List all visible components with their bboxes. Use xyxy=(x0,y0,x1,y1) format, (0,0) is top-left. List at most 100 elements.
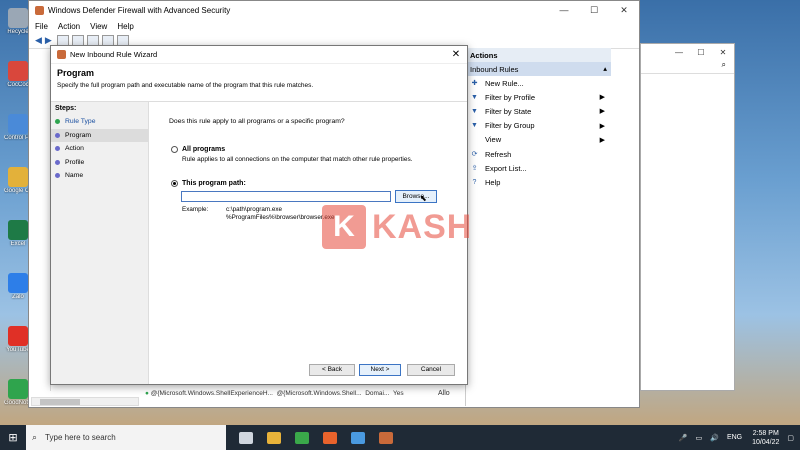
task-view-icon[interactable] xyxy=(232,425,260,450)
maximize-icon[interactable]: ☐ xyxy=(690,48,712,57)
submenu-arrow-icon: ▶ xyxy=(599,122,605,130)
navigation-tree[interactable] xyxy=(31,51,51,391)
action-item[interactable]: View ▶ xyxy=(466,133,611,147)
close-button[interactable]: ✕ xyxy=(609,5,639,16)
back-button[interactable]: < Back xyxy=(309,364,355,376)
action-item-label: Filter by Group xyxy=(485,121,535,131)
wizard-step: Profile xyxy=(51,156,148,170)
minimize-icon[interactable]: — xyxy=(668,48,690,57)
table-row[interactable]: ● @{Microsoft.Windows.ShellExperienceH..… xyxy=(145,390,404,397)
action-item[interactable]: ⇪ Export List... xyxy=(466,161,611,175)
wizard-heading: Program xyxy=(57,68,95,78)
export-icon: ⇪ xyxy=(471,164,478,172)
search-icon[interactable]: ⌕ xyxy=(641,60,734,74)
menu-view[interactable]: View xyxy=(90,22,107,31)
camtasia-icon[interactable] xyxy=(288,425,316,450)
all-programs-label[interactable]: All programs xyxy=(182,146,225,153)
rule-profile: Domai... xyxy=(365,390,390,397)
microphone-icon[interactable]: 🎤 xyxy=(679,434,688,442)
watermark-text: KASH xyxy=(372,207,473,246)
new-rule-icon: ✚ xyxy=(471,79,478,87)
action-item-label: View xyxy=(485,135,502,145)
actions-header: Actions xyxy=(466,48,611,62)
filter-icon: ▼ xyxy=(471,122,478,130)
firewall-app-icon[interactable] xyxy=(372,425,400,450)
wizard-step-label: Rule Type xyxy=(65,118,96,126)
app-icon xyxy=(8,167,28,187)
monitor-app-icon[interactable] xyxy=(344,425,372,450)
search-placeholder: Type here to search xyxy=(45,433,116,442)
example-line-1: c:\path\program.exe xyxy=(226,206,283,213)
next-button[interactable]: Next > xyxy=(359,364,401,376)
action-item[interactable]: ⟳ Refresh xyxy=(466,147,611,161)
wizard-step-label: Profile xyxy=(65,158,85,166)
blank-icon xyxy=(470,135,479,144)
back-arrow-icon[interactable]: ◀ xyxy=(35,35,42,46)
wizard-step-label: Program xyxy=(65,131,92,139)
app-icon xyxy=(8,273,28,293)
actions-section-inbound-rules[interactable]: Inbound Rules xyxy=(466,62,611,76)
action-item[interactable]: ▼ Filter by State ▶ xyxy=(466,104,611,118)
rule-enabled: Yes xyxy=(393,390,404,397)
action-item[interactable]: ▼ Filter by Group ▶ xyxy=(466,119,611,133)
menu-action[interactable]: Action xyxy=(58,22,80,31)
system-tray: 🎤 ▭ 🔊 ENG 2:58 PM 10/04/22 ▢ xyxy=(671,429,800,447)
help-icon: ? xyxy=(472,178,477,186)
language-indicator[interactable]: ENG xyxy=(727,434,742,441)
background-window[interactable]: — ☐ ✕ ⌕ xyxy=(640,43,735,391)
menu-help[interactable]: Help xyxy=(117,22,133,31)
horizontal-scrollbar[interactable] xyxy=(31,397,139,406)
action-item-label: Help xyxy=(485,177,501,187)
app-icon xyxy=(8,61,28,81)
program-path-input[interactable] xyxy=(181,191,391,202)
action-item-label: Filter by State xyxy=(485,106,532,116)
firewall-app-icon xyxy=(35,5,44,15)
app-icon xyxy=(8,8,28,28)
mouse-cursor-icon: ⬉ xyxy=(420,194,427,203)
step-bullet-icon xyxy=(55,173,60,179)
camtasia-recorder-icon[interactable] xyxy=(316,425,344,450)
rule-enabled-icon: ● xyxy=(145,390,149,397)
wizard-title: New Inbound Rule Wizard xyxy=(70,50,158,59)
action-item[interactable]: ▼ Filter by Profile ▶ xyxy=(466,90,611,104)
action-item[interactable]: ? Help xyxy=(466,175,611,189)
file-explorer-icon[interactable] xyxy=(260,425,288,450)
step-bullet-icon xyxy=(55,119,60,125)
wizard-close-button[interactable]: ✕ xyxy=(445,49,467,60)
browse-button[interactable]: Browse... xyxy=(395,190,437,203)
wizard-step-label: Name xyxy=(65,172,84,180)
program-path-radio[interactable] xyxy=(171,180,178,187)
clock[interactable]: 2:58 PM 10/04/22 xyxy=(752,429,779,447)
volume-icon[interactable]: 🔊 xyxy=(710,434,719,442)
kash-watermark: K KASH xyxy=(322,205,472,249)
app-icon xyxy=(8,114,28,134)
wizard-step: Action xyxy=(51,142,148,156)
cancel-button[interactable]: Cancel xyxy=(407,364,455,376)
program-path-label[interactable]: This program path: xyxy=(182,180,246,187)
action-item-label: Filter by Profile xyxy=(485,92,536,102)
submenu-arrow-icon: ▶ xyxy=(599,108,605,116)
rule-action-cell[interactable]: Allo xyxy=(438,390,450,397)
shield-icon xyxy=(57,50,66,59)
all-programs-radio[interactable] xyxy=(171,146,178,153)
search-icon: ⌕ xyxy=(32,432,38,442)
minimize-button[interactable]: — xyxy=(549,5,579,15)
maximize-button[interactable]: ☐ xyxy=(579,5,609,16)
wizard-header: Program Specify the full program path an… xyxy=(51,64,467,102)
app-icon xyxy=(8,220,28,240)
actions-pane: Actions Inbound Rules ✚ New Rule... ▼ Filte… xyxy=(465,48,611,406)
windows-start-icon[interactable]: ⊞ xyxy=(0,425,26,450)
wizard-title-bar[interactable]: New Inbound Rule Wizard ✕ xyxy=(51,46,467,64)
notification-icon[interactable]: ▢ xyxy=(787,434,794,442)
network-icon[interactable]: ▭ xyxy=(696,434,703,442)
action-item-label: Export List... xyxy=(485,163,527,173)
taskbar-search-box[interactable]: ⌕ Type here to search xyxy=(26,425,226,450)
close-icon[interactable]: ✕ xyxy=(712,48,734,57)
action-item[interactable]: ✚ New Rule... xyxy=(466,76,611,90)
rule-group: @{Microsoft.Windows.Shell... xyxy=(276,390,362,397)
step-bullet-icon xyxy=(55,132,60,138)
title-bar[interactable]: Windows Defender Firewall with Advanced … xyxy=(29,1,639,19)
steps-label: Steps: xyxy=(55,105,77,112)
menu-file[interactable]: File xyxy=(35,22,48,31)
menu-bar: File Action View Help xyxy=(29,19,639,33)
